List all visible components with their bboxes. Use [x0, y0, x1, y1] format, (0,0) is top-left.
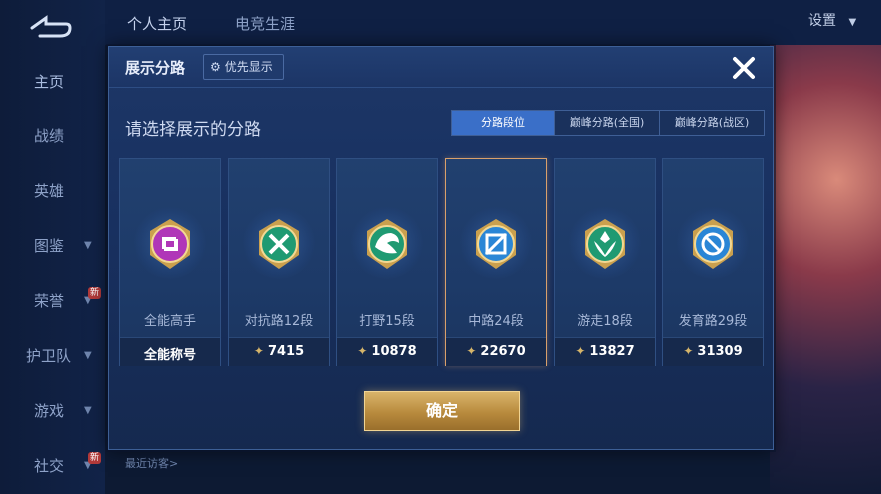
chevron-down-icon: ▼	[848, 17, 857, 28]
settings-label: 设置	[808, 13, 836, 29]
nav-item-codex[interactable]: 图鉴 ▼	[0, 226, 105, 266]
chevron-down-icon: ▼	[84, 405, 92, 416]
recent-visitors-label: 最近访客>	[125, 457, 179, 470]
nav-item-label: 社交	[34, 457, 65, 475]
roam-badge-icon	[585, 219, 625, 269]
hero-portrait	[770, 45, 881, 494]
nav-item-home[interactable]: 主页	[0, 62, 105, 102]
lane-card-name: 全能高手	[143, 314, 196, 329]
priority-display-button[interactable]: ⚙ 优先显示	[203, 54, 284, 80]
lane-card-score-row: ✦ 13827	[555, 344, 655, 359]
lane-card-score-row: ✦ 10878	[337, 344, 437, 359]
points-icon: ✦	[575, 344, 586, 358]
lane-card-footer: ✦ 7415	[229, 337, 329, 366]
priority-display-label: 优先显示	[224, 60, 273, 74]
tab-profile[interactable]: 个人主页	[127, 13, 187, 34]
lane-card-footer: ✦ 31309	[663, 337, 763, 366]
points-icon: ✦	[466, 344, 477, 358]
nav-item-honor[interactable]: 荣誉 ▼ 新	[0, 281, 105, 321]
lane-card-farm[interactable]: 发育路29段 ✦ 31309	[662, 158, 764, 366]
lane-card-score: 7415	[267, 344, 305, 359]
clash-lane-badge-icon	[259, 219, 299, 269]
points-icon: ✦	[357, 344, 368, 358]
lane-card-name: 打野15段	[359, 314, 415, 329]
lane-card-name: 对抗路12段	[244, 314, 314, 329]
lane-card-jungle[interactable]: 打野15段 ✦ 10878	[336, 158, 438, 366]
lane-card-footer: 全能称号	[120, 337, 220, 366]
nav-item-label: 主页	[34, 73, 65, 91]
lane-card-all-round[interactable]: 全能高手 全能称号	[119, 158, 221, 366]
close-icon[interactable]	[729, 53, 759, 83]
lane-type-tabs: 分路段位 巅峰分路(全国) 巅峰分路(战区)	[451, 110, 765, 136]
farm-lane-badge-icon	[693, 219, 733, 269]
tab-lane-rank[interactable]: 分路段位	[452, 111, 554, 135]
chevron-down-icon: ▼	[84, 240, 92, 251]
points-icon: ✦	[253, 344, 264, 358]
lane-card-score-row: ✦ 22670	[446, 344, 546, 359]
nav-item-label: 战绩	[34, 127, 65, 145]
nav-item-label: 荣誉	[34, 292, 65, 310]
nav-item-label: 英雄	[34, 182, 65, 200]
nav-item-guard[interactable]: 护卫队 ▼	[0, 336, 105, 376]
jungle-dragon-badge-icon	[367, 219, 407, 269]
new-badge: 新	[88, 287, 102, 299]
nav-item-label: 护卫队	[26, 347, 72, 365]
lane-card-footer: ✦ 13827	[555, 337, 655, 366]
lane-card-score-row: ✦ 31309	[663, 344, 763, 359]
lane-card-mid[interactable]: 中路24段 ✦ 22670	[445, 158, 547, 366]
lane-card-name: 中路24段	[468, 314, 524, 329]
lane-card-footer: ✦ 22670	[446, 337, 546, 366]
nav-item-heroes[interactable]: 英雄	[0, 171, 105, 211]
all-round-badge-icon	[150, 219, 190, 269]
dialog-title: 展示分路	[125, 59, 186, 77]
lane-display-dialog: 展示分路 ⚙ 优先显示 请选择展示的分路 分路段位 巅峰分路(全国) 巅峰分路(战…	[108, 46, 774, 450]
tab-esports[interactable]: 电竞生涯	[235, 13, 295, 34]
confirm-button[interactable]: 确定	[364, 391, 520, 431]
sidebar: 主页 战绩 英雄 图鉴 ▼ 荣誉 ▼ 新 护卫队 ▼ 游戏 ▼ 社交 ▼ 新	[0, 0, 105, 494]
lane-card-score-row: ✦ 7415	[229, 344, 329, 359]
nav-item-label: 游戏	[34, 402, 65, 420]
dialog-header: 展示分路 ⚙ 优先显示	[109, 47, 773, 88]
new-badge: 新	[88, 452, 102, 464]
lane-card-footer: ✦ 10878	[337, 337, 437, 366]
tab-peak-national[interactable]: 巅峰分路(全国)	[554, 111, 659, 135]
lane-card-clash[interactable]: 对抗路12段 ✦ 7415	[228, 158, 330, 366]
top-bar: 个人主页 电竞生涯	[105, 0, 881, 45]
back-arrow-icon[interactable]	[26, 12, 74, 42]
lane-card-score: 全能称号	[143, 348, 196, 363]
lane-card-score: 22670	[480, 344, 526, 359]
recent-visitors[interactable]: 最近访客>	[125, 455, 178, 471]
lane-card-score: 31309	[697, 344, 743, 359]
chevron-down-icon: ▼	[84, 350, 92, 361]
points-icon: ✦	[683, 344, 694, 358]
lane-card-name: 游走18段	[577, 314, 633, 329]
lane-card-name: 发育路29段	[678, 314, 748, 329]
nav-item-record[interactable]: 战绩	[0, 116, 105, 156]
lane-card-score: 13827	[589, 344, 635, 359]
dialog-subtitle: 请选择展示的分路	[125, 120, 261, 140]
settings-dropdown[interactable]: 设置 ▼	[808, 10, 856, 30]
lane-card-score: 10878	[371, 344, 417, 359]
nav-item-label: 图鉴	[34, 237, 65, 255]
gear-icon: ⚙	[210, 60, 221, 74]
nav-item-social[interactable]: 社交 ▼ 新	[0, 446, 105, 486]
nav-item-game[interactable]: 游戏 ▼	[0, 391, 105, 431]
tab-peak-region[interactable]: 巅峰分路(战区)	[659, 111, 764, 135]
mid-lane-badge-icon	[476, 219, 516, 269]
lane-card-roam[interactable]: 游走18段 ✦ 13827	[554, 158, 656, 366]
